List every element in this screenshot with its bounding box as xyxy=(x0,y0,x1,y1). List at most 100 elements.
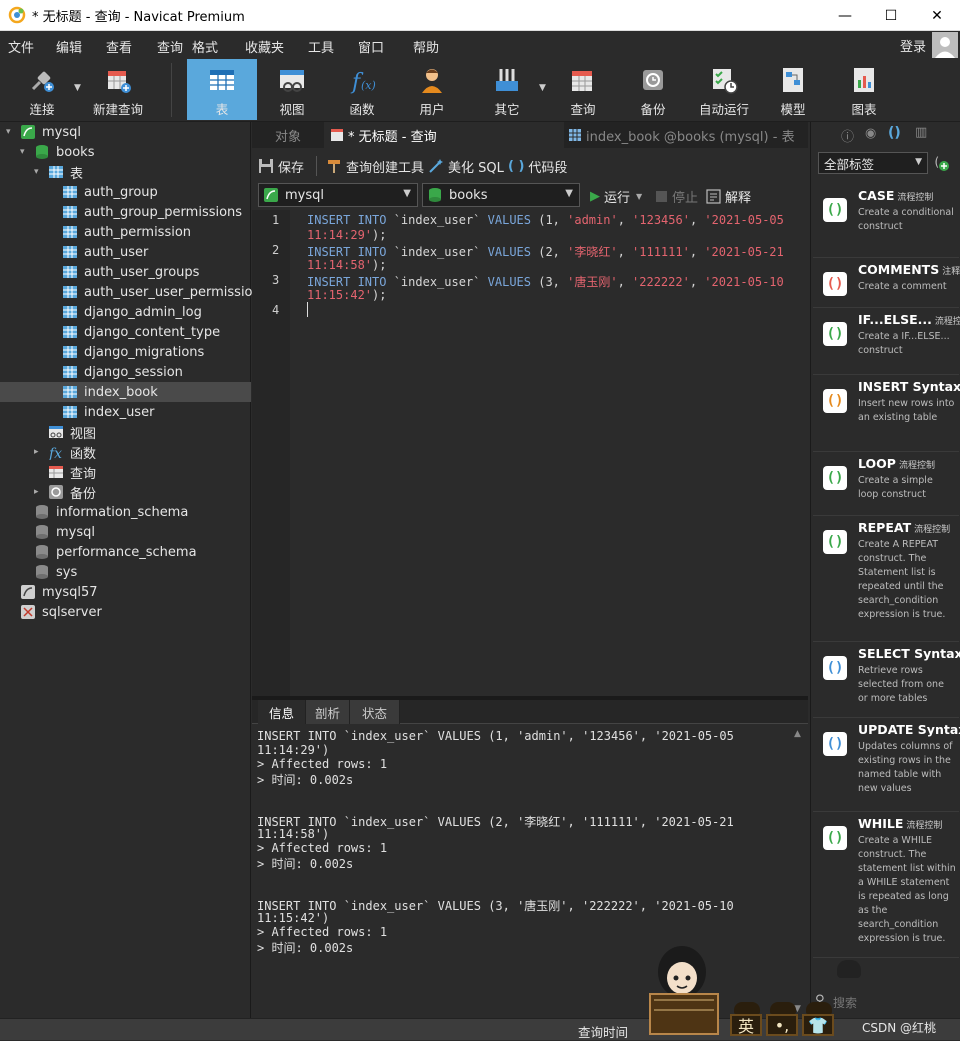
tree-item-index_book[interactable]: index_book xyxy=(62,382,158,402)
snippet-item[interactable]: () UPDATE Syntax Updates columns of existi… xyxy=(813,718,960,812)
grid-icon[interactable]: ▥ xyxy=(915,125,927,140)
others-dropdown-icon[interactable]: ▼ xyxy=(539,83,546,93)
mascot-hat-icon xyxy=(837,960,861,978)
functions-button[interactable]: f (x) 函数 xyxy=(332,59,392,120)
snippet-item[interactable]: () REPEAT 流程控制 Create A REPEAT construct. T… xyxy=(813,516,959,642)
tree-item-folder[interactable]: 备份 xyxy=(48,482,96,502)
snippet-item[interactable]: () COMMENTS 注释 Create a comment xyxy=(813,258,960,308)
tree-item-auth_group_permissions[interactable]: auth_group_permissions xyxy=(62,202,242,222)
sql-editor[interactable]: 1 2 3 4 INSERT INTO `index_user` VALUES … xyxy=(252,210,808,696)
tab-query[interactable]: * 无标题 - 查询 xyxy=(324,122,564,148)
scroll-up-icon[interactable]: ▲ xyxy=(794,729,801,739)
run-button[interactable]: ▶ 运行 ▼ xyxy=(590,187,642,206)
add-snippet-button[interactable]: ( xyxy=(931,152,951,172)
tree-item-django_admin_log[interactable]: django_admin_log xyxy=(62,302,202,322)
menu-format[interactable]: 格式 xyxy=(192,37,218,56)
menu-tools[interactable]: 工具 xyxy=(308,37,334,56)
menu-help[interactable]: 帮助 xyxy=(413,37,439,56)
tree-item-auth_group[interactable]: auth_group xyxy=(62,182,158,202)
snippet-item[interactable]: () CASE 流程控制 Create a conditional construct xyxy=(813,184,959,258)
tree-item-auth_user_groups[interactable]: auth_user_groups xyxy=(62,262,199,282)
tab-messages[interactable]: 信息 xyxy=(258,700,306,724)
tree-item-django_content_type[interactable]: django_content_type xyxy=(62,322,220,342)
tree-item-folder[interactable]: 查询 xyxy=(48,462,96,482)
save-button[interactable]: 保存 xyxy=(258,157,304,176)
snippet-item[interactable]: () LOOP 流程控制 Create a simple loop construct xyxy=(813,452,959,516)
expand-arrow-icon[interactable]: ▸ xyxy=(34,442,39,462)
tree-item-mysql[interactable]: mysql xyxy=(34,522,95,542)
menu-query[interactable]: 查询 xyxy=(157,37,183,56)
snippet-item[interactable]: () IF...ELSE...流程控制 Create a IF...ELSE... … xyxy=(813,308,960,375)
collapse-arrow-icon[interactable]: ▾ xyxy=(20,142,25,162)
menu-view[interactable]: 查看 xyxy=(106,37,132,56)
tree-item-folder[interactable]: fx 函数 xyxy=(48,442,96,462)
tree-item-auth_user[interactable]: auth_user xyxy=(62,242,148,262)
views-button[interactable]: 视图 xyxy=(262,59,322,120)
tree-item-information_schema[interactable]: information_schema xyxy=(34,502,188,522)
tree-item-mysql[interactable]: mysql xyxy=(20,122,81,142)
connection-select[interactable]: mysql ▼ xyxy=(258,183,418,207)
menu-favorites[interactable]: 收藏夹 xyxy=(245,37,284,56)
results-scrollbar[interactable]: ▲ ▼ xyxy=(794,729,804,1014)
tree-item-auth_user_user_permissions[interactable]: auth_user_user_permissions xyxy=(62,282,268,302)
menu-window[interactable]: 窗口 xyxy=(358,37,384,56)
automation-button[interactable]: 自动运行 xyxy=(692,59,756,120)
tab-profile[interactable]: 剖析 xyxy=(306,700,350,724)
stop-button[interactable]: 停止 xyxy=(656,187,698,206)
tree-item-sys[interactable]: sys xyxy=(34,562,77,582)
collapse-arrow-icon[interactable]: ▾ xyxy=(34,162,39,182)
close-button[interactable]: ✕ xyxy=(914,0,960,31)
new-query-button[interactable]: 新建查询 xyxy=(88,59,148,120)
ime-mode-button[interactable]: 英 xyxy=(730,1014,762,1036)
tree-item-books[interactable]: books xyxy=(34,142,94,162)
snippet-name: IF...ELSE...流程控制 xyxy=(858,312,960,327)
code-token: 11:14:29' xyxy=(307,228,373,242)
snippet-item[interactable]: () INSERT SyntaxDML Insert new rows into a… xyxy=(813,375,960,452)
login-link[interactable]: 登录 xyxy=(900,36,926,55)
maximize-button[interactable]: ☐ xyxy=(868,0,914,31)
menu-edit[interactable]: 编辑 xyxy=(56,37,82,56)
minimize-button[interactable]: — xyxy=(822,0,868,31)
tree-item-mysql57[interactable]: mysql57 xyxy=(20,582,98,602)
menu-file[interactable]: 文件 xyxy=(8,37,34,56)
database-select[interactable]: books ▼ xyxy=(422,183,580,207)
tree-item-django_migrations[interactable]: django_migrations xyxy=(62,342,204,362)
query-builder-button[interactable]: 查询创建工具 xyxy=(326,157,424,176)
tab-objects[interactable]: 对象 xyxy=(252,122,324,148)
tree-item-index_user[interactable]: index_user xyxy=(62,402,154,422)
explain-button[interactable]: 解释 xyxy=(706,187,751,206)
ime-punctuation-button[interactable]: •, xyxy=(766,1014,798,1036)
run-dropdown-icon[interactable]: ▼ xyxy=(636,192,642,201)
tree-item-folder[interactable]: 表 xyxy=(48,162,83,182)
snippet-item[interactable]: () SELECT SyntaxDML Retrieve rows selected… xyxy=(813,642,960,718)
code-snippet-button[interactable]: ( ) 代码段 xyxy=(508,157,567,176)
avatar[interactable] xyxy=(932,32,958,58)
tree-item-auth_permission[interactable]: auth_permission xyxy=(62,222,191,242)
others-button[interactable]: 其它 xyxy=(477,59,537,120)
backup-button[interactable]: 备份 xyxy=(623,59,683,120)
charts-button[interactable]: 图表 xyxy=(834,59,894,120)
snippet-filter-select[interactable]: 全部标签 ▼ xyxy=(818,152,928,174)
tree-item-django_session[interactable]: django_session xyxy=(62,362,183,382)
tree-item-performance_schema[interactable]: performance_schema xyxy=(34,542,197,562)
eye-icon[interactable]: ◉ xyxy=(865,126,876,141)
users-button[interactable]: 用户 xyxy=(402,59,462,120)
beautify-sql-button[interactable]: 美化 SQL xyxy=(428,157,504,176)
model-button[interactable]: 模型 xyxy=(763,59,823,120)
connect-dropdown-icon[interactable]: ▼ xyxy=(74,83,81,93)
tree-item-folder[interactable]: 视图 xyxy=(48,422,96,442)
info-icon[interactable]: ⓘ xyxy=(841,126,854,145)
tree-item-sqlserver[interactable]: sqlserver xyxy=(20,602,102,622)
shirt-icon: 👕 xyxy=(808,1015,828,1035)
snippet-item[interactable]: () WHILE 流程控制 Create a WHILE construct. The… xyxy=(813,812,959,958)
queries-button[interactable]: 查询 xyxy=(553,59,613,120)
braces-icon[interactable]: () xyxy=(888,125,901,141)
collapse-arrow-icon[interactable]: ▾ xyxy=(6,122,11,142)
connect-button[interactable]: 连接 xyxy=(14,59,70,120)
expand-arrow-icon[interactable]: ▸ xyxy=(34,482,39,502)
ime-skin-button[interactable]: 👕 xyxy=(802,1014,834,1036)
tables-button[interactable]: 表 xyxy=(187,59,257,120)
code-token: `index_user` xyxy=(386,213,488,227)
tab-status[interactable]: 状态 xyxy=(350,700,400,724)
tab-table[interactable]: index_book @books (mysql) - 表 xyxy=(568,122,808,148)
